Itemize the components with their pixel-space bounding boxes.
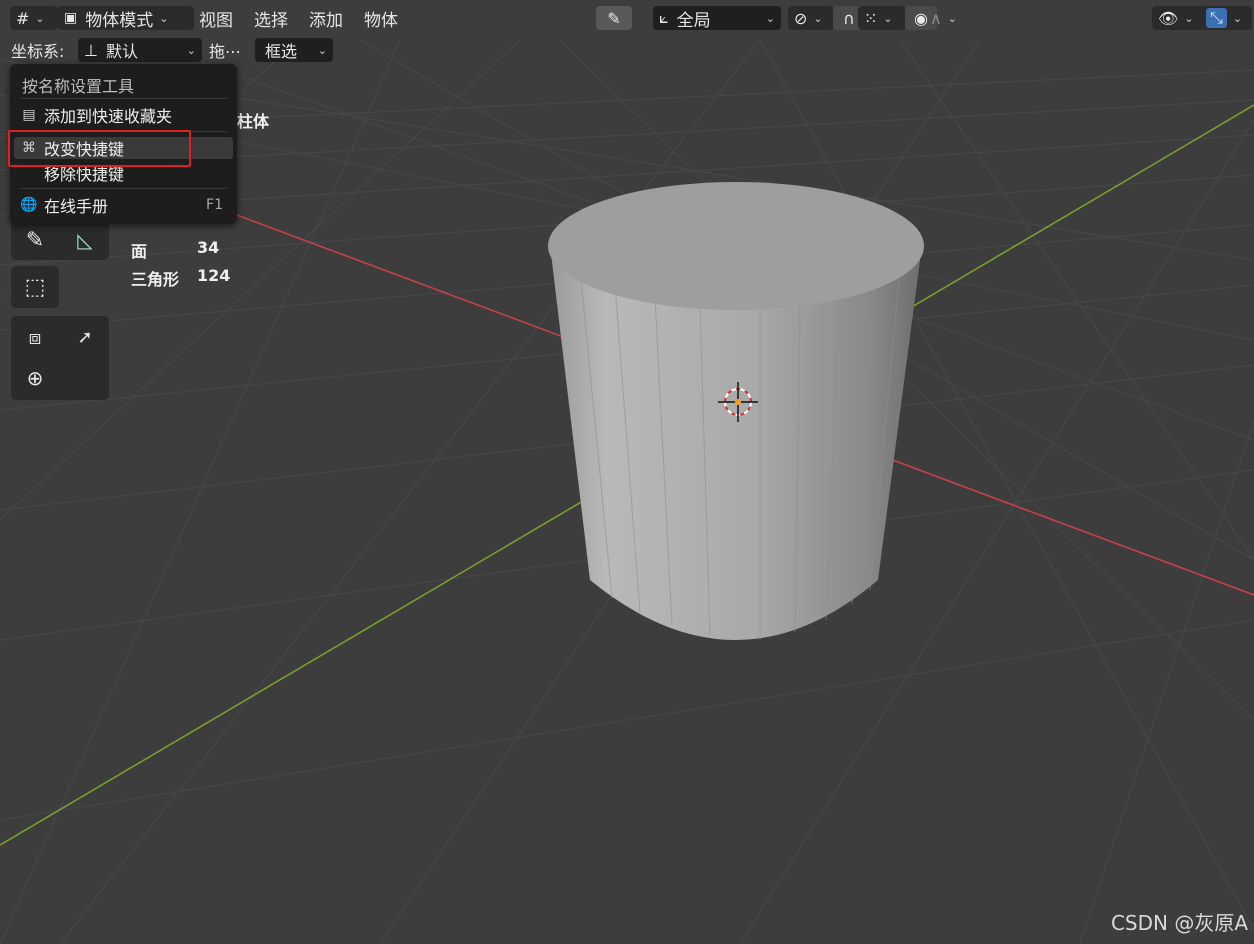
globe-icon: 🌐 (20, 197, 38, 213)
eyedropper-button[interactable]: ✎ (596, 6, 632, 30)
ruler-icon: ◺ (77, 228, 93, 252)
mode-label: 物体模式 (85, 10, 154, 31)
add-cube-icon: ⬚ (24, 274, 46, 300)
coord-system-label: 坐标系: (11, 42, 65, 61)
axes-icon: ⊥ (84, 40, 98, 60)
gizmo-button[interactable]: ⤡ ⌄ (1200, 6, 1252, 30)
object-name-text: 柱体 (237, 112, 270, 131)
menu-item-label: 添加到快速收藏夹 (44, 107, 173, 126)
measure-tool-button[interactable]: ◺ (63, 220, 107, 260)
pivot-icon: ⊘ (794, 8, 808, 28)
falloff-button[interactable]: ∧ ⌄ (930, 6, 966, 30)
chevron-down-icon: ⌄ (947, 11, 957, 25)
chevron-down-icon: ⌄ (765, 11, 775, 25)
add-cube-tool-button[interactable]: ⬚ (13, 267, 57, 307)
stat-label: 三角形 (131, 270, 180, 289)
select-move-tool-button[interactable]: ➚ (63, 317, 107, 357)
snap-grid-icon: ⁙ (864, 8, 878, 28)
transform-box-icon: ⧈ (28, 325, 42, 349)
select-mode-dropdown[interactable]: 框选 ⌄ (255, 38, 333, 62)
object-mode-icon: ▣ (64, 10, 78, 26)
menu-item-label: 在线手册 (44, 197, 109, 216)
cursor-move-icon: ➚ (77, 326, 93, 348)
menu-item-online-manual[interactable]: 🌐 在线手册 F1 (14, 194, 233, 216)
editor-type-button[interactable]: # ⌄ (10, 6, 58, 30)
coord-system-dropdown[interactable]: ⊥ 默认 ⌄ (78, 38, 202, 62)
stat-row: 三角形 124 (131, 266, 230, 290)
favorites-icon: ▤ (22, 107, 36, 123)
context-menu-title: 按名称设置工具 (22, 77, 135, 96)
highlight-annotation-box (8, 130, 191, 167)
eye-icon: 👁 (1158, 8, 1179, 28)
visibility-button[interactable]: 👁 ⌄ (1152, 6, 1204, 30)
cylinder-object (548, 182, 924, 640)
chevron-down-icon: ⌄ (1184, 11, 1194, 25)
shortcut-hint: F1 (206, 197, 223, 213)
stat-value: 124 (197, 266, 231, 285)
gizmo-icon: ⤡ (1206, 8, 1227, 28)
chevron-down-icon: ⌄ (159, 11, 169, 25)
orientation-label: 全局 (676, 10, 711, 31)
transform-orientation-dropdown[interactable]: ⟀ 全局 ⌄ (653, 6, 781, 31)
viewport-header: # ⌄ ▣ 物体模式 ⌄ 视图 选择 添加 物体 ✎ ⟀ 全局 ⌄ ⊘ ⌄ ∩ ⁙ ⌄… (0, 0, 1254, 36)
toolbar-annotate-group: ✎ ◺ (11, 220, 109, 260)
coord-system-value: 默认 (105, 42, 138, 61)
menu-divider (20, 188, 227, 189)
mode-selector[interactable]: ▣ 物体模式 ⌄ (58, 6, 194, 31)
grid-icon: # (16, 8, 30, 28)
origin-target-icon: ⊕ (26, 366, 44, 390)
menu-select[interactable]: 选择 (254, 6, 288, 31)
toolbar-add-group: ⬚ (11, 266, 59, 308)
chevron-down-icon: ⌄ (813, 11, 823, 25)
select-mode-value: 框选 (265, 42, 298, 61)
watermark-text: CSDN @灰原A (1110, 911, 1248, 935)
chevron-down-icon: ⌄ (1232, 11, 1243, 25)
annotate-tool-button[interactable]: ✎ (13, 220, 57, 260)
drag-label: 拖⋯ (209, 42, 242, 61)
chevron-down-icon: ⌄ (883, 11, 893, 25)
falloff-curve-icon: ∧ (930, 8, 942, 28)
stat-value: 34 (197, 238, 220, 257)
menu-object[interactable]: 物体 (364, 6, 398, 31)
menu-add[interactable]: 添加 (309, 6, 343, 31)
eyedropper-icon: ✎ (607, 8, 621, 28)
transform-tool-button[interactable]: ⧈ (13, 317, 57, 357)
origin-tool-button[interactable]: ⊕ (13, 358, 57, 398)
pivot-point-button[interactable]: ⊘ ⌄ (788, 6, 834, 30)
proportional-edit-icon: ◉ (914, 8, 928, 28)
toolbar-transform-group: ⧈ ➚ ⊕ (11, 316, 109, 400)
stat-row: 面 34 (131, 238, 219, 262)
chevron-down-icon: ⌄ (317, 43, 327, 57)
menu-item-add-to-favorites[interactable]: ▤ 添加到快速收藏夹 (14, 104, 233, 126)
annotate-pen-icon: ✎ (25, 227, 45, 253)
menu-view[interactable]: 视图 (199, 6, 233, 31)
menu-divider (20, 98, 227, 99)
snap-target-button[interactable]: ⁙ ⌄ (858, 6, 906, 30)
stat-label: 面 (131, 242, 148, 261)
magnet-icon: ∩ (843, 8, 855, 28)
orientation-axes-icon: ⟀ (659, 8, 669, 27)
chevron-down-icon: ⌄ (35, 11, 45, 25)
chevron-down-icon: ⌄ (186, 43, 196, 57)
